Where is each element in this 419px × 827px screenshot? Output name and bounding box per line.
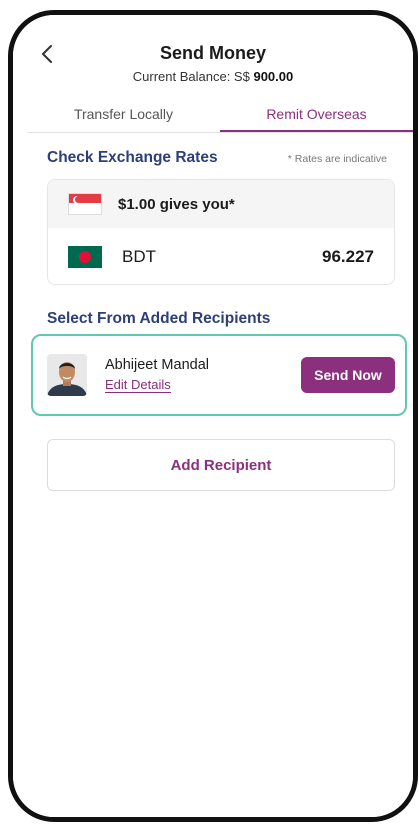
target-currency-row[interactable]: BDT 96.227 (48, 228, 394, 286)
add-recipient-button[interactable]: Add Recipient (47, 439, 395, 491)
singapore-flag-icon (68, 193, 102, 215)
bangladesh-flag-icon (68, 246, 102, 268)
exchange-rate-card: $1.00 gives you* BDT 96.227 (47, 179, 395, 285)
balance-label: Current Balance: S$ (132, 69, 250, 84)
source-amount-text: $1.00 gives you* (118, 195, 235, 213)
edit-details-link[interactable]: Edit Details (105, 377, 171, 393)
send-now-button[interactable]: Send Now (301, 357, 395, 393)
target-currency-code: BDT (122, 247, 156, 266)
recipient-avatar (47, 354, 87, 396)
recipient-name: Abhijeet Mandal (105, 356, 209, 373)
phone-frame: Send Money Current Balance: S$ 900.00 Tr… (8, 10, 418, 822)
send-money-screen: Send Money Current Balance: S$ 900.00 Tr… (13, 15, 413, 817)
source-amount-row: $1.00 gives you* (48, 180, 394, 228)
exchange-rates-title: Check Exchange Rates (47, 149, 218, 166)
tab-transfer-locally[interactable]: Transfer Locally (27, 97, 220, 132)
transfer-tabs: Transfer Locally Remit Overseas (27, 97, 413, 133)
page-title: Send Money (159, 43, 266, 63)
rates-indicative-note: * Rates are indicative (287, 153, 387, 165)
balance-value: 900.00 (253, 69, 294, 84)
recipients-title: Select From Added Recipients (47, 310, 271, 327)
tab-remit-overseas[interactable]: Remit Overseas (220, 97, 413, 132)
recipient-info: Abhijeet Mandal Edit Details (105, 357, 209, 394)
exchange-rate-value: 96.227 (322, 247, 374, 266)
recipient-card[interactable]: Abhijeet Mandal Edit Details Send Now (31, 334, 407, 416)
current-balance: Current Balance: S$ 900.00 (13, 69, 413, 84)
